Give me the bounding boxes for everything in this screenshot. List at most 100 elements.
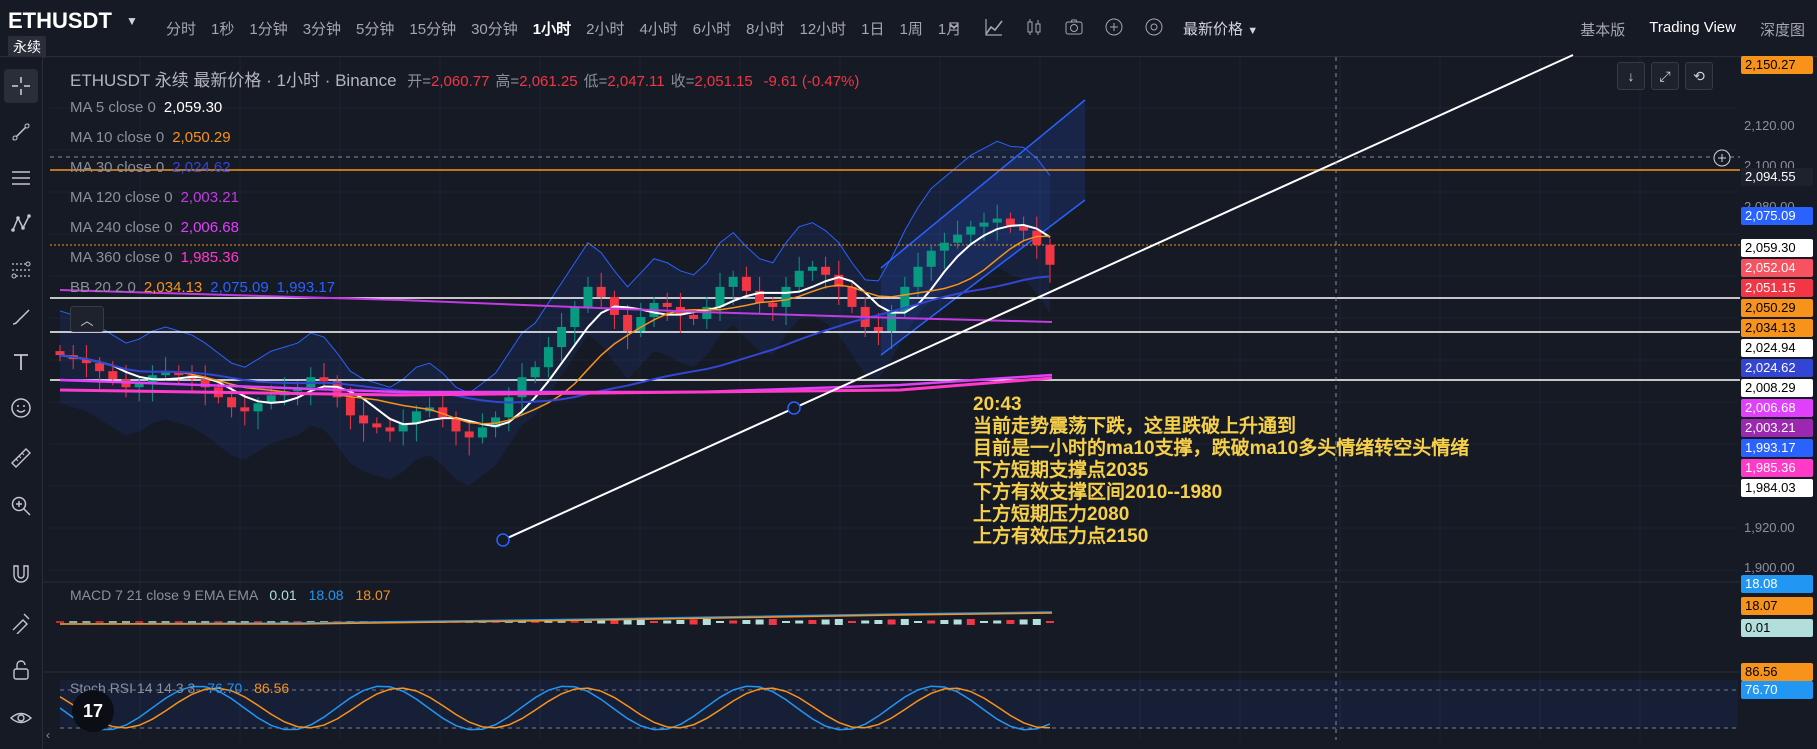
macd-histogram-bar (161, 621, 170, 623)
candle-body (939, 242, 949, 251)
brush-icon[interactable] (4, 299, 38, 333)
chart-text-annotation[interactable]: 20:43 当前走势震荡下跌，这里跌破上升通到 目前是一小时的ma10支撑，跌破ma… (973, 394, 1469, 548)
candle-body (794, 270, 804, 287)
indicator-legend-row[interactable]: MA 120 close 0 2,003.21 (70, 187, 335, 217)
symbol-dropdown-icon[interactable]: ▼ (126, 14, 138, 28)
candle-body (715, 286, 725, 307)
stoch-price-tag: 86.56 (1741, 663, 1813, 681)
view-tab-2[interactable]: 深度图 (1760, 19, 1805, 40)
interval-tab-6[interactable]: 30分钟 (471, 18, 518, 39)
candle-body (953, 234, 963, 243)
macd-histogram-bar (927, 620, 936, 624)
candle-body (570, 306, 580, 328)
indicator-legend-row[interactable]: MA 240 close 0 2,006.68 (70, 217, 335, 247)
fib-retracement-icon[interactable] (4, 253, 38, 287)
bb-legend-row[interactable]: BB 20 2 0 2,034.13 2,075.09 1,993.17 (70, 277, 335, 307)
candle-body (966, 226, 976, 235)
eye-icon[interactable] (4, 701, 38, 735)
interval-tab-11[interactable]: 8小时 (746, 18, 784, 39)
macd-histogram-bar (953, 619, 962, 625)
reset-chart-icon[interactable]: ⟲ (1685, 62, 1713, 90)
view-tab-1[interactable]: Trading View (1649, 19, 1736, 40)
interval-tab-1[interactable]: 1秒 (211, 18, 234, 39)
trend-line-icon[interactable] (4, 115, 38, 149)
interval-tab-5[interactable]: 15分钟 (409, 18, 456, 39)
interval-tab-10[interactable]: 6小时 (693, 18, 731, 39)
horizontal-lines-icon[interactable] (4, 161, 38, 195)
trend-line-handle (496, 533, 510, 547)
more-intervals-chevron-icon[interactable] (948, 17, 960, 37)
indicator-label: MA 120 close 0 (70, 189, 173, 206)
price-type-select[interactable]: 最新价格 ▼ (1183, 18, 1258, 39)
scroll-down-arrow-icon[interactable]: ↓ (1617, 62, 1645, 90)
candle-body (728, 276, 738, 287)
indicator-legend-row[interactable]: MA 360 close 0 1,985.36 (70, 247, 335, 277)
legend-ohlc: 开=2,060.77 高=2,061.25 低=2,047.11 收=2,051.15 (401, 73, 753, 90)
symbol-name[interactable]: ETHUSDT (8, 8, 112, 34)
zoom-in-icon[interactable] (4, 489, 38, 523)
candle-body (834, 274, 844, 287)
collapse-toolbar-icon[interactable]: ‹ (46, 728, 50, 742)
lock-drawing-icon[interactable] (4, 605, 38, 639)
candle-body (491, 417, 501, 428)
interval-tab-8[interactable]: 2小时 (586, 18, 624, 39)
macd-histogram-bar (135, 621, 144, 623)
candle-body (293, 387, 303, 392)
indicator-value: 2,024.62 (172, 159, 231, 176)
price-tag: 2,094.55 (1741, 168, 1813, 187)
interval-tab-14[interactable]: 1周 (900, 18, 923, 39)
candle-body (253, 403, 263, 412)
macd-histogram-bar (861, 620, 870, 624)
view-tab-0[interactable]: 基本版 (1580, 19, 1625, 40)
indicators-icon[interactable] (984, 17, 1004, 42)
magnet-icon[interactable] (4, 557, 38, 591)
price-tag: 1,985.36 (1741, 459, 1813, 478)
ruler-icon[interactable] (4, 441, 38, 475)
interval-tab-4[interactable]: 5分钟 (356, 18, 394, 39)
fullscreen-icon[interactable]: ⤢ (1651, 62, 1679, 90)
annotation-line: 20:43 (973, 394, 1022, 415)
candle-body (55, 351, 65, 356)
emoji-icon[interactable] (4, 391, 38, 425)
add-circle-icon[interactable] (1104, 17, 1124, 42)
candle-body (81, 359, 91, 364)
candle-body (95, 363, 105, 372)
interval-tab-13[interactable]: 1日 (861, 18, 884, 39)
interval-tab-0[interactable]: 分时 (166, 18, 196, 39)
ohlc-label-3: 收= (670, 73, 695, 90)
macd-histogram-bar (1046, 621, 1054, 623)
macd-histogram-bar (174, 621, 183, 623)
price-axis[interactable]: 2,120.002,100.002,080.002,060.002,040.00… (1740, 56, 1817, 749)
interval-tab-3[interactable]: 3分钟 (303, 18, 341, 39)
lock-icon[interactable] (4, 653, 38, 687)
text-tool-icon[interactable] (4, 345, 38, 379)
candle-body (662, 302, 672, 307)
ohlc-label-2: 低= (583, 73, 608, 90)
indicator-legend-row[interactable]: MA 10 close 0 2,050.29 (70, 127, 335, 157)
macd-histogram-bar (755, 619, 764, 625)
macd-histogram-bar (782, 621, 790, 623)
chart-type-icon[interactable] (1024, 17, 1044, 42)
interval-tab-9[interactable]: 4小时 (639, 18, 677, 39)
crosshair-icon[interactable] (4, 69, 38, 103)
indicator-legend-row[interactable]: MA 5 close 0 2,059.30 (70, 97, 335, 127)
tradingview-logo[interactable]: 17 (72, 690, 114, 732)
legend-change: -9.61 (-0.47%) (763, 73, 860, 90)
interval-tab-7[interactable]: 1小时 (533, 18, 571, 39)
pattern-icon[interactable] (4, 207, 38, 241)
candle-body (345, 397, 355, 416)
macd-histogram-bar (623, 619, 632, 625)
interval-tab-12[interactable]: 12小时 (799, 18, 846, 39)
macd-histogram-bar (557, 621, 566, 623)
indicator-label: MA 10 close 0 (70, 129, 165, 146)
indicator-legend-row[interactable]: MA 30 close 0 2,024.62 (70, 157, 335, 187)
ohlc-label-0: 开= (407, 73, 432, 90)
collapse-legend-chevron-up-icon[interactable]: ︿ (70, 306, 104, 332)
interval-tab-2[interactable]: 1分钟 (249, 18, 287, 39)
settings-icon[interactable] (1144, 17, 1164, 42)
candle-body (174, 371, 184, 376)
macd-value-signal: 18.07 (355, 587, 391, 603)
candle-body (108, 371, 118, 380)
candle-body (768, 302, 778, 307)
camera-icon[interactable] (1064, 17, 1084, 42)
